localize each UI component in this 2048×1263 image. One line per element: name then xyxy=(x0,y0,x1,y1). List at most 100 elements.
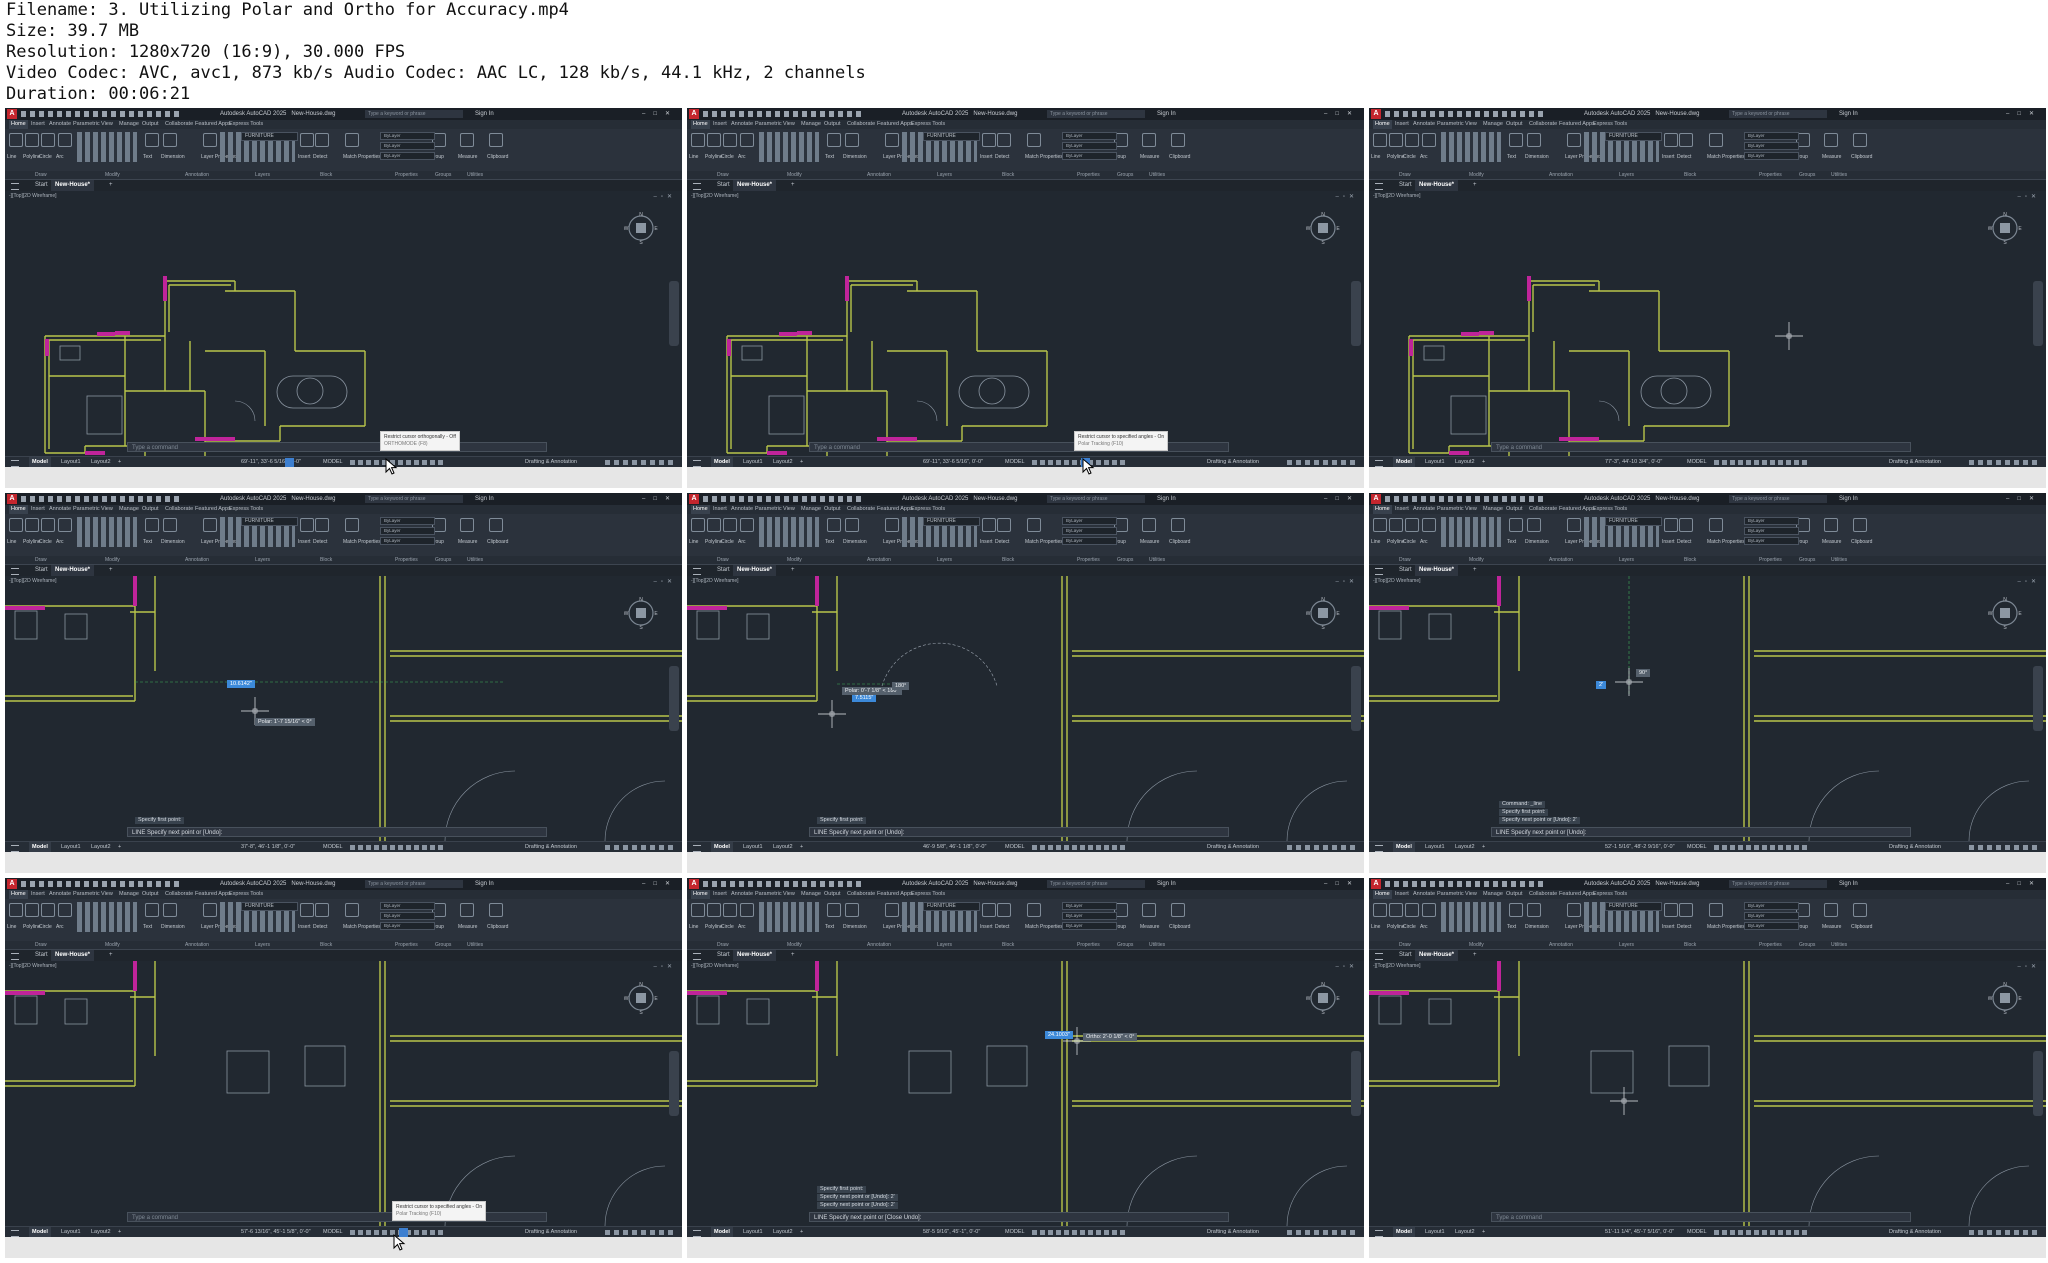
ribbon-tab[interactable]: Manage xyxy=(119,505,139,514)
viewport-label[interactable]: -][Top][2D Wireframe] xyxy=(9,578,57,584)
search-input[interactable]: Type a keyword or phrase xyxy=(1047,110,1145,118)
viewcube[interactable]: N S E W xyxy=(624,596,658,630)
autocad-logo-icon[interactable]: A xyxy=(7,109,17,119)
sign-in-link[interactable]: Sign In xyxy=(475,493,494,505)
ribbon-tool-icon[interactable] xyxy=(1567,133,1581,147)
layer-dropdown[interactable]: FURNITURE xyxy=(241,132,298,141)
command-line[interactable]: Type a command xyxy=(127,442,547,452)
ribbon-tab[interactable]: Insert xyxy=(31,120,45,129)
tab-start[interactable]: Start xyxy=(717,950,730,961)
ribbon-tab[interactable]: View xyxy=(783,890,795,899)
ribbon-tab[interactable]: Annotate xyxy=(49,505,71,514)
ribbon-tab[interactable]: Express Tools xyxy=(229,890,263,899)
ribbon-tool-icon[interactable] xyxy=(997,133,1011,147)
ribbon-tool-icon[interactable] xyxy=(1709,903,1723,917)
panel-name[interactable]: Block xyxy=(1684,171,1696,179)
modify-tools[interactable] xyxy=(1441,132,1501,162)
ribbon-tool-icon[interactable] xyxy=(1509,133,1523,147)
linetype-bylayer[interactable]: ByLayer xyxy=(380,912,435,920)
ribbon-tool-icon[interactable] xyxy=(1853,903,1867,917)
layer-dropdown[interactable]: FURNITURE xyxy=(1605,902,1662,911)
ribbon-tool-icon[interactable] xyxy=(1824,518,1838,532)
floor-plan-drawing[interactable] xyxy=(5,961,682,1226)
panel-name[interactable]: Modify xyxy=(1469,556,1484,564)
viewport-controls[interactable]: ‒▫✕ xyxy=(1336,963,1359,970)
menu-icon[interactable] xyxy=(693,183,701,190)
window-controls[interactable]: ‒□✕ xyxy=(642,878,678,890)
linetype-bylayer[interactable]: ByLayer xyxy=(1062,142,1117,150)
ribbon-tool-icon[interactable] xyxy=(58,903,72,917)
panel-name[interactable]: Modify xyxy=(787,941,802,949)
viewport-label[interactable]: -][Top][2D Wireframe] xyxy=(9,193,57,199)
modify-tools[interactable] xyxy=(1441,902,1501,932)
sign-in-link[interactable]: Sign In xyxy=(1839,878,1858,890)
ribbon-tool-icon[interactable] xyxy=(41,903,55,917)
ribbon-tool-icon[interactable] xyxy=(1709,133,1723,147)
viewcube[interactable]: N S E W xyxy=(1988,981,2022,1015)
ribbon-tab[interactable]: Featured Apps xyxy=(195,120,231,129)
ribbon-tool-icon[interactable] xyxy=(315,133,329,147)
ribbon-tab[interactable]: Insert xyxy=(713,890,727,899)
panel-name[interactable]: Draw xyxy=(717,556,729,564)
panel-name[interactable]: Utilities xyxy=(1831,941,1847,949)
status-menu-icon[interactable] xyxy=(11,1230,19,1237)
panel-name[interactable]: Layers xyxy=(937,556,952,564)
ribbon-tab[interactable]: Featured Apps xyxy=(1559,890,1595,899)
panel-name[interactable]: Groups xyxy=(435,556,451,564)
status-menu-icon[interactable] xyxy=(1375,1230,1383,1237)
linetype-bylayer[interactable]: ByLayer xyxy=(1744,142,1799,150)
ribbon-tab[interactable]: Home xyxy=(1373,890,1392,899)
viewport-label[interactable]: -][Top][2D Wireframe] xyxy=(1373,578,1421,584)
ribbon-tab[interactable]: Home xyxy=(691,505,710,514)
new-tab-icon[interactable]: + xyxy=(109,950,113,961)
ribbon-tool-icon[interactable] xyxy=(25,518,39,532)
menu-icon[interactable] xyxy=(1375,183,1383,190)
ribbon-tool-icon[interactable] xyxy=(740,518,754,532)
viewcube[interactable]: N S E W xyxy=(1306,596,1340,630)
ribbon-tool-icon[interactable] xyxy=(997,903,1011,917)
ribbon-tool-icon[interactable] xyxy=(9,903,23,917)
dynamic-input-box[interactable]: 10.6142" xyxy=(227,680,255,688)
ribbon-tab[interactable]: Parametric xyxy=(1437,120,1464,129)
status-tray-icons[interactable] xyxy=(1969,845,2041,850)
panel-name[interactable]: Layers xyxy=(937,171,952,179)
floor-plan-drawing[interactable] xyxy=(687,576,1364,841)
drawing-viewport[interactable]: -][Top][2D Wireframe] ‒▫✕ N S E W Specify firs… xyxy=(687,576,1364,841)
panel-name[interactable]: Properties xyxy=(1759,556,1782,564)
viewport-controls[interactable]: ‒▫✕ xyxy=(2018,193,2041,200)
status-menu-icon[interactable] xyxy=(1375,460,1383,467)
ribbon-tab[interactable]: Featured Apps xyxy=(195,505,231,514)
tab-new-house[interactable]: New-House* xyxy=(51,180,95,191)
ribbon-tab[interactable]: View xyxy=(1465,890,1477,899)
panel-name[interactable]: Properties xyxy=(1077,941,1100,949)
panel-name[interactable]: Block xyxy=(320,171,332,179)
drafting-toggles[interactable] xyxy=(1032,460,1127,465)
ribbon-tab[interactable]: Home xyxy=(9,890,28,899)
sign-in-link[interactable]: Sign In xyxy=(1157,878,1176,890)
ribbon-tab[interactable]: Home xyxy=(1373,120,1392,129)
panel-name[interactable]: Properties xyxy=(1077,171,1100,179)
floor-plan-drawing[interactable] xyxy=(1369,961,2046,1226)
drawing-viewport[interactable]: -][Top][2D Wireframe] ‒▫✕ N S E W Type a comma… xyxy=(5,961,682,1226)
panel-name[interactable]: Modify xyxy=(1469,941,1484,949)
new-tab-icon[interactable]: + xyxy=(791,180,795,191)
panel-name[interactable]: Draw xyxy=(35,941,47,949)
ribbon-tool-icon[interactable] xyxy=(203,518,217,532)
color-bylayer[interactable]: ByLayer xyxy=(380,902,435,910)
ribbon-tool-icon[interactable] xyxy=(1142,133,1156,147)
ribbon-tab[interactable]: Manage xyxy=(1483,890,1503,899)
sign-in-link[interactable]: Sign In xyxy=(1157,493,1176,505)
autocad-logo-icon[interactable]: A xyxy=(1371,879,1381,889)
linetype-bylayer[interactable]: ByLayer xyxy=(1744,912,1799,920)
ribbon-tool-icon[interactable] xyxy=(1567,903,1581,917)
ribbon-tool-icon[interactable] xyxy=(1373,133,1387,147)
lineweight-bylayer[interactable]: ByLayer xyxy=(1062,537,1117,545)
status-tray-icons[interactable] xyxy=(1287,1230,1359,1235)
tab-start[interactable]: Start xyxy=(35,565,48,576)
modify-tools[interactable] xyxy=(77,132,137,162)
ribbon-tab[interactable]: Express Tools xyxy=(1593,120,1627,129)
ribbon-tab[interactable]: Output xyxy=(1506,505,1523,514)
ribbon-tab[interactable]: Home xyxy=(691,120,710,129)
drafting-toggles[interactable] xyxy=(1714,845,1809,850)
panel-name[interactable]: Layers xyxy=(255,171,270,179)
